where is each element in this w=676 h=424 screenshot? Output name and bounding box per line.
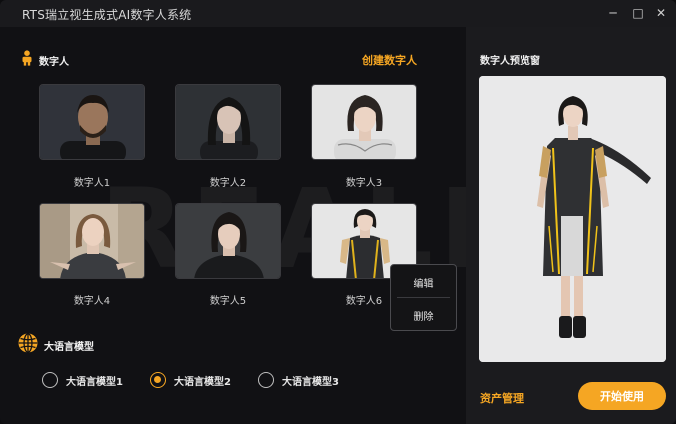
digital-human-label-4: 数字人4 <box>73 296 111 307</box>
radio-button-selected[interactable] <box>150 372 166 388</box>
minimize-button[interactable]: ─ <box>604 4 622 22</box>
avatar-thumbnail-1 <box>40 85 144 159</box>
digital-human-card-5[interactable] <box>175 203 281 279</box>
llm-option-3[interactable]: 大语言模型3 <box>258 372 339 388</box>
card-context-menu: 编辑 删除 <box>390 264 457 331</box>
avatar-thumbnail-4 <box>40 204 144 278</box>
digital-human-label-3: 数字人3 <box>345 178 383 189</box>
menu-divider <box>397 297 450 298</box>
title-bar: RTS瑞立视生成式AI数字人系统 ─ □ ✕ <box>0 0 676 27</box>
create-digital-human-button[interactable]: 创建数字人 <box>362 52 417 68</box>
digital-human-card-1[interactable] <box>39 84 145 160</box>
radio-button[interactable] <box>258 372 274 388</box>
person-icon <box>21 50 33 70</box>
digital-humans-title: 数字人 <box>39 56 69 68</box>
digital-human-label-1: 数字人1 <box>73 178 111 189</box>
preview-viewport[interactable] <box>479 76 666 362</box>
avatar-thumbnail-3 <box>312 85 416 159</box>
digital-human-card-3[interactable] <box>311 84 417 160</box>
avatar-full-preview <box>479 76 666 362</box>
maximize-button[interactable]: □ <box>629 4 647 22</box>
llm-option-1[interactable]: 大语言模型1 <box>42 372 123 388</box>
close-button[interactable]: ✕ <box>652 4 670 22</box>
asset-management-button[interactable]: 资产管理 <box>480 390 524 406</box>
radio-button[interactable] <box>42 372 58 388</box>
digital-human-label-2: 数字人2 <box>209 178 247 189</box>
edit-menu-item[interactable]: 编辑 <box>391 267 456 297</box>
digital-humans-header: 数字人 <box>21 50 69 70</box>
digital-human-card-4[interactable] <box>39 203 145 279</box>
llm-option-label: 大语言模型2 <box>174 376 231 388</box>
digital-human-label-5: 数字人5 <box>209 296 247 307</box>
globe-icon <box>18 333 38 357</box>
preview-title: 数字人预览窗 <box>480 56 540 67</box>
start-using-button[interactable]: 开始使用 <box>578 382 666 410</box>
digital-human-card-2[interactable] <box>175 84 281 160</box>
llm-header: 大语言模型 <box>18 333 94 357</box>
app-title: RTS瑞立视生成式AI数字人系统 <box>22 8 192 22</box>
avatar-thumbnail-2 <box>176 85 280 159</box>
delete-menu-item[interactable]: 删除 <box>391 300 456 330</box>
app-window: RTS瑞立视生成式AI数字人系统 ─ □ ✕ REALIS 数字人 创建数字人 <box>0 0 676 424</box>
llm-option-label: 大语言模型3 <box>282 376 339 388</box>
llm-option-2[interactable]: 大语言模型2 <box>150 372 231 388</box>
llm-title: 大语言模型 <box>44 341 94 353</box>
avatar-thumbnail-5 <box>176 204 280 278</box>
llm-option-label: 大语言模型1 <box>66 376 123 388</box>
